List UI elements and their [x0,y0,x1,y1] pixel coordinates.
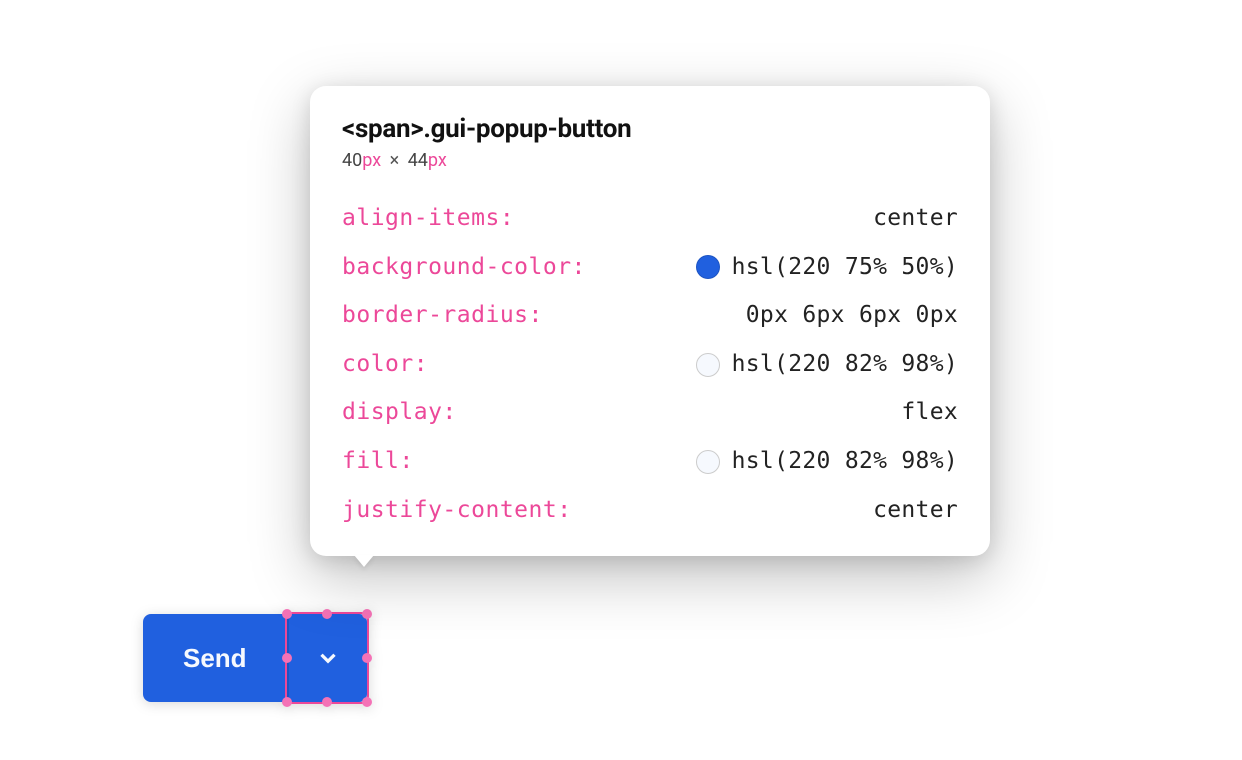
property-value: center [873,205,958,233]
property-value-text: hsl(220 82% 98%) [732,351,958,379]
property-name: justify-content: [342,497,572,525]
properties-list: align-items: center background-color: hsl(2… [342,205,958,524]
send-button[interactable]: Send [143,614,287,702]
selector-text: <span>.gui-popup-button [342,114,958,144]
property-value-text: center [873,497,958,525]
property-value: flex [901,399,958,427]
property-value-text: 0px 6px 6px 0px [746,302,958,330]
split-button: Send [143,614,367,702]
property-row: align-items: center [342,205,958,233]
tooltip-tail-icon [354,555,374,567]
property-row: fill: hsl(220 82% 98%) [342,448,958,476]
popup-button-wrapper [287,614,367,702]
property-value: hsl(220 82% 98%) [696,448,958,476]
style-inspector-tooltip: <span>.gui-popup-button 40px × 44px alig… [310,86,990,556]
property-row: display: flex [342,399,958,427]
property-value-text: flex [901,399,958,427]
property-row: background-color: hsl(220 75% 50%) [342,254,958,282]
color-swatch-icon [696,450,720,474]
property-value: hsl(220 82% 98%) [696,351,958,379]
property-name: fill: [342,448,414,476]
property-name: color: [342,351,428,379]
property-name: background-color: [342,254,586,282]
property-value-text: hsl(220 75% 50%) [732,254,958,282]
color-swatch-icon [696,353,720,377]
property-value: 0px 6px 6px 0px [746,302,958,330]
color-swatch-icon [696,255,720,279]
dimensions-text: 40px × 44px [342,150,958,171]
property-row: color: hsl(220 82% 98%) [342,351,958,379]
chevron-down-icon [315,645,341,671]
property-value: hsl(220 75% 50%) [696,254,958,282]
property-value-text: center [873,205,958,233]
property-value-text: hsl(220 82% 98%) [732,448,958,476]
property-row: justify-content: center [342,497,958,525]
property-name: border-radius: [342,302,543,330]
property-name: display: [342,399,457,427]
property-value: center [873,497,958,525]
property-name: align-items: [342,205,514,233]
property-row: border-radius: 0px 6px 6px 0px [342,302,958,330]
popup-button[interactable] [287,614,367,702]
